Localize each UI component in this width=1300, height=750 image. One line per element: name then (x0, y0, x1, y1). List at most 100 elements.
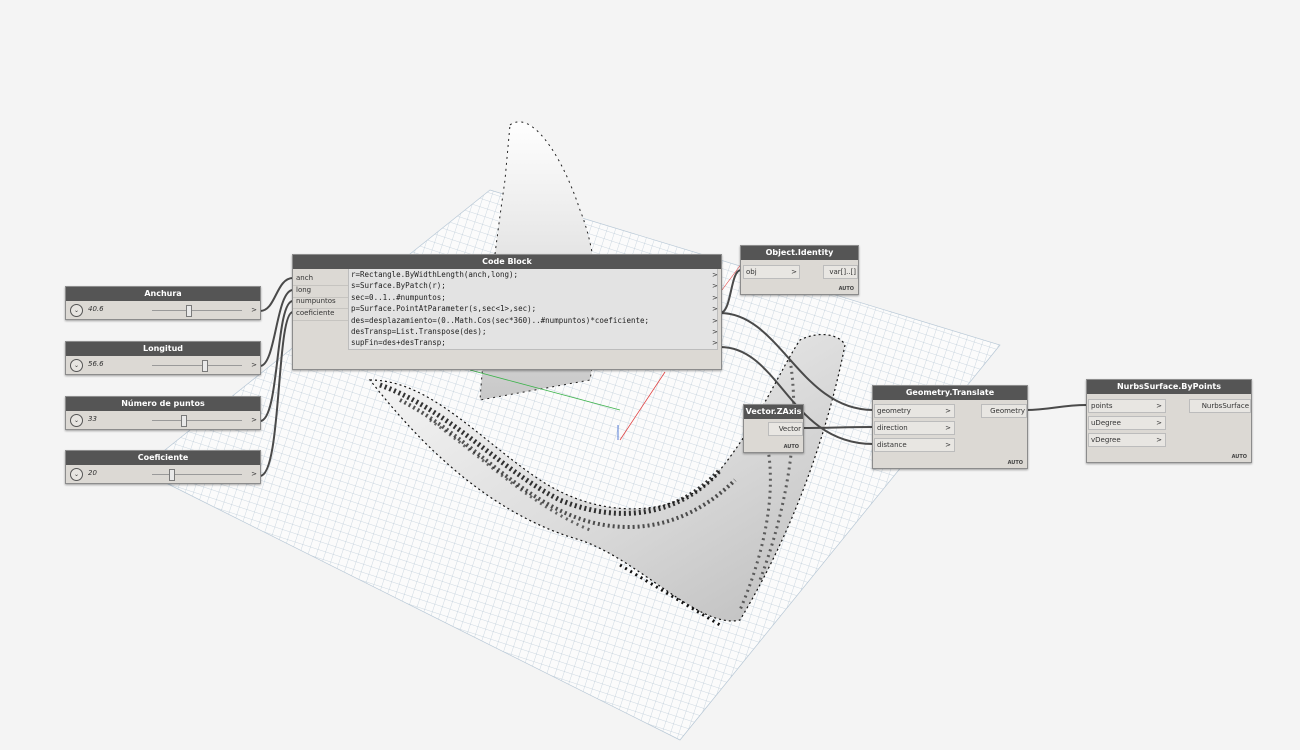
code-line: supFin=des+desTransp; (349, 337, 717, 348)
node-title: Coeficiente (66, 451, 260, 465)
slider-track[interactable] (152, 474, 242, 475)
node-title: Longitud (66, 342, 260, 356)
port-label: geometry (877, 407, 911, 415)
chevron-right-icon[interactable]: > (251, 416, 257, 424)
slider-value: 56.6 (88, 360, 104, 368)
chevron-right-icon[interactable]: > (251, 470, 257, 478)
chevron-right-icon[interactable]: > (712, 316, 718, 327)
slider-node-longitud[interactable]: Longitud ⌄ 56.6 > (65, 341, 261, 375)
slider-track[interactable] (152, 420, 242, 421)
chevron-right-icon: > (791, 268, 797, 276)
input-port-coeficiente[interactable]: coeficiente (293, 306, 350, 321)
chevron-down-icon[interactable]: ⌄ (70, 468, 83, 481)
port-label: points (1091, 402, 1113, 410)
port-label: uDegree (1091, 419, 1121, 427)
lacing-badge: AUTO (783, 444, 799, 450)
input-port-obj[interactable]: obj > (743, 265, 800, 279)
chevron-right-icon: > (945, 424, 951, 432)
port-label: var[]..[] (829, 268, 856, 276)
input-port-distance[interactable]: distance > (874, 438, 955, 452)
slider-body: ⌄ 33 > (66, 411, 260, 429)
code-line: des=desplazamiento=(0..Math.Cos(sec*360)… (349, 315, 717, 326)
code-line-text: r=Rectangle.ByWidthLength(anch,long); (351, 270, 519, 279)
chevron-right-icon[interactable]: > (712, 281, 718, 292)
output-ports: > > > > > > > (712, 270, 718, 350)
node-title: Número de puntos (66, 397, 260, 411)
chevron-down-icon[interactable]: ⌄ (70, 359, 83, 372)
slider-value: 40.6 (88, 305, 104, 313)
input-port-vdegree[interactable]: vDegree > (1088, 433, 1166, 447)
slider-body: ⌄ 20 > (66, 465, 260, 483)
chevron-right-icon[interactable]: > (251, 361, 257, 369)
code-line-text: s=Surface.ByPatch(r); (351, 281, 446, 291)
slider-node-numero-de-puntos[interactable]: Número de puntos ⌄ 33 > (65, 396, 261, 430)
slider-track[interactable] (152, 365, 242, 366)
node-title: Geometry.Translate (873, 386, 1027, 400)
chevron-right-icon[interactable]: > (251, 306, 257, 314)
slider-thumb[interactable] (202, 360, 208, 372)
chevron-down-icon[interactable]: ⌄ (70, 304, 83, 317)
chevron-down-icon[interactable]: ⌄ (70, 414, 83, 427)
node-title: NurbsSurface.ByPoints (1087, 380, 1251, 394)
chevron-right-icon[interactable]: > (712, 304, 718, 315)
slider-body: ⌄ 56.6 > (66, 356, 260, 374)
code-line-text: supFin=des+desTransp; (351, 338, 446, 348)
lacing-badge: AUTO (1231, 454, 1247, 460)
slider-value: 33 (88, 415, 97, 423)
object-identity-node[interactable]: Object.Identity obj > var[]..[] AUTO (740, 245, 859, 295)
input-port-direction[interactable]: direction > (874, 421, 955, 435)
chevron-right-icon[interactable]: > (712, 338, 718, 349)
slider-node-anchura[interactable]: Anchura ⌄ 40.6 > (65, 286, 261, 320)
port-label: direction (877, 424, 908, 432)
node-title: Anchura (66, 287, 260, 301)
slider-thumb[interactable] (181, 415, 187, 427)
slider-thumb[interactable] (186, 305, 192, 317)
chevron-right-icon: > (1156, 402, 1162, 410)
slider-value: 20 (88, 469, 97, 477)
code-block-node[interactable]: Code Block anch long numpuntos coeficien… (292, 254, 722, 370)
node-title: Vector.ZAxis (744, 405, 803, 419)
chevron-right-icon[interactable]: > (712, 327, 718, 338)
nurbs-surface-bypoints-node[interactable]: NurbsSurface.ByPoints points > uDegree >… (1086, 379, 1252, 463)
code-line: desTransp=List.Transpose(des); (349, 326, 717, 337)
output-port-nurbssurface[interactable]: NurbsSurface (1189, 399, 1251, 413)
node-title: Code Block (293, 255, 721, 269)
chevron-right-icon[interactable]: > (712, 293, 718, 304)
chevron-right-icon: > (1156, 419, 1162, 427)
code-line: sec=0..1..#numpuntos; (349, 292, 717, 303)
lacing-badge: AUTO (838, 286, 854, 292)
code-editor[interactable]: r=Rectangle.ByWidthLength(anch,long); s=… (348, 269, 718, 350)
output-port-geometry[interactable]: Geometry (981, 404, 1027, 418)
port-label: vDegree (1091, 436, 1121, 444)
ground-grid (139, 189, 1001, 741)
slider-track[interactable] (152, 310, 242, 311)
code-line-text: p=Surface.PointAtParameter(s,sec<1>,sec)… (351, 304, 537, 314)
input-port-points[interactable]: points > (1088, 399, 1166, 413)
slider-node-coeficiente[interactable]: Coeficiente ⌄ 20 > (65, 450, 261, 484)
chevron-right-icon[interactable]: > (712, 270, 718, 281)
geometry-translate-node[interactable]: Geometry.Translate geometry > direction … (872, 385, 1028, 469)
port-label: NurbsSurface (1201, 402, 1249, 410)
chevron-right-icon: > (1156, 436, 1162, 444)
output-port-var[interactable]: var[]..[] (823, 265, 858, 279)
input-port-geometry[interactable]: geometry > (874, 404, 955, 418)
code-line-text: sec=0..1..#numpuntos; (351, 292, 446, 302)
chevron-right-icon: > (945, 441, 951, 449)
port-label: Vector (778, 425, 801, 433)
port-label: distance (877, 441, 907, 449)
slider-thumb[interactable] (169, 469, 175, 481)
chevron-right-icon: > (945, 407, 951, 415)
output-port-vector[interactable]: Vector (768, 422, 803, 436)
3d-viewport[interactable] (0, 0, 1300, 750)
input-port-udegree[interactable]: uDegree > (1088, 416, 1166, 430)
port-label: obj (746, 268, 757, 276)
node-title: Object.Identity (741, 246, 858, 260)
code-line: r=Rectangle.ByWidthLength(anch,long); (349, 269, 717, 280)
code-line: p=Surface.PointAtParameter(s,sec<1>,sec)… (349, 303, 717, 314)
port-label: Geometry (990, 407, 1025, 415)
lacing-badge: AUTO (1007, 460, 1023, 466)
code-line-text: des=desplazamiento=(0..Math.Cos(sec*360)… (351, 315, 650, 325)
code-line: s=Surface.ByPatch(r); (349, 280, 717, 291)
vector-zaxis-node[interactable]: Vector.ZAxis Vector AUTO (743, 404, 804, 453)
code-line-text: desTransp=List.Transpose(des); (351, 326, 487, 336)
